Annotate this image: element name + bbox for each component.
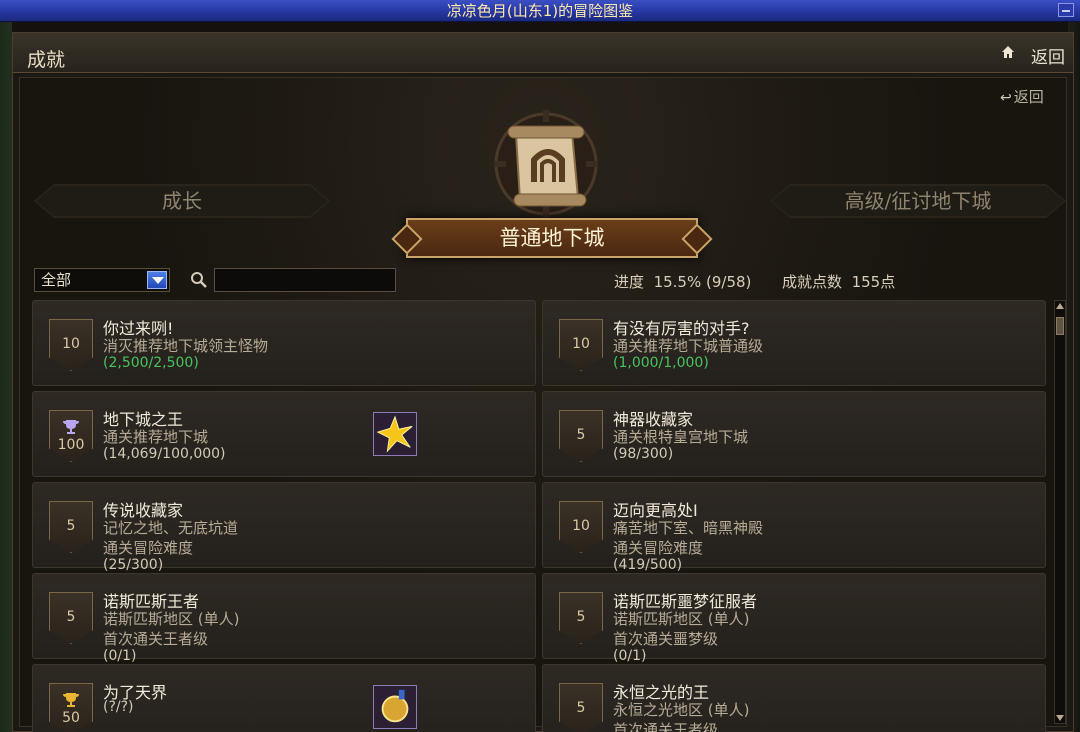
- scroll-up-icon[interactable]: [1056, 303, 1064, 309]
- points-value: 10: [572, 336, 590, 352]
- achievement-content: ↩ 返回 成长 高级/征讨地下城 普通地下城 全部 进度 15.5% (9/58…: [19, 77, 1067, 732]
- achievement-progress: (0/1): [613, 648, 647, 664]
- points-value: 10: [572, 518, 590, 534]
- points-badge: 5: [49, 501, 93, 553]
- achievement-card[interactable]: 10 你过来咧! 消灭推荐地下城领主怪物 (2,500/2,500): [32, 300, 536, 386]
- scroll-emblem-icon: [494, 110, 598, 218]
- search-icon[interactable]: [190, 271, 208, 289]
- back-button[interactable]: 返回: [1031, 43, 1065, 68]
- achievement-description: 通关推荐地下城: [103, 428, 209, 446]
- achievement-description: 诺斯匹斯地区 (单人): [613, 610, 750, 628]
- scroll-thumb[interactable]: [1056, 317, 1064, 335]
- tab-growth[interactable]: 成长: [34, 184, 330, 218]
- panel-title: 成就: [27, 49, 66, 71]
- achievement-description: 通关冒险难度: [613, 539, 704, 557]
- progress-status: 进度 15.5% (9/58): [614, 271, 751, 292]
- panel-header: 成就 返回: [13, 33, 1073, 73]
- achievement-card[interactable]: 100 地下城之王 通关推荐地下城 (14,069/100,000): [32, 391, 536, 477]
- achievement-card[interactable]: 5 诺斯匹斯噩梦征服者 诺斯匹斯地区 (单人) 首次通关噩梦级 (0/1): [542, 573, 1046, 664]
- golden-medal-icon[interactable]: [373, 685, 417, 729]
- chevron-down-icon[interactable]: [147, 271, 167, 289]
- scrollbar[interactable]: [1054, 300, 1066, 724]
- golden-star-burst-icon[interactable]: [373, 412, 417, 456]
- points-value: 5: [66, 609, 76, 625]
- progress-fraction: (9/58): [706, 273, 752, 291]
- achievement-card[interactable]: 10 迈向更高处I 痛苦地下室、暗黑神殿 通关冒险难度 (419/500): [542, 482, 1046, 573]
- achievement-progress: (25/300): [103, 557, 164, 573]
- achievement-card[interactable]: 5永恒之光的王永恒之光地区 (单人)首次通关王者级(0/1): [542, 664, 1046, 732]
- points-badge: 50: [49, 683, 93, 732]
- achievement-description: 通关根特皇宫地下城: [613, 428, 749, 446]
- points-badge: 10: [559, 319, 603, 371]
- progress-label: 进度: [614, 273, 645, 291]
- achievement-description: 首次通关王者级: [103, 630, 209, 648]
- points-label: 成就点数: [782, 273, 843, 291]
- home-icon[interactable]: [1001, 45, 1015, 59]
- points-value: 5: [66, 518, 76, 534]
- achievement-list: 10 你过来咧! 消灭推荐地下城领主怪物 (2,500/2,500) 10 有没有厉害的对…: [32, 300, 1052, 732]
- achievement-description: 痛苦地下室、暗黑神殿: [613, 519, 764, 537]
- achievement-description: 永恒之光地区 (单人): [613, 701, 750, 719]
- points-badge: 10: [559, 501, 603, 553]
- points-value: 10: [62, 336, 80, 352]
- achievement-card[interactable]: 10 有没有厉害的对手? 通关推荐地下城普通级 (1,000/1,000): [542, 300, 1046, 386]
- points-badge: 5: [559, 592, 603, 644]
- category-dropdown-value: 全部: [41, 271, 72, 289]
- points-badge: 5: [49, 592, 93, 644]
- tab-normal-dungeon[interactable]: 普通地下城: [406, 218, 698, 258]
- trophy-icon: [63, 420, 79, 434]
- window-title-bar: 凉凉色月(山东1)的冒险图鉴: [0, 0, 1080, 22]
- tab-advanced-dungeon[interactable]: 高级/征讨地下城: [770, 184, 1066, 218]
- background-game-edge: [0, 22, 12, 732]
- achievement-description: 诺斯匹斯地区 (单人): [103, 610, 240, 628]
- category-dropdown[interactable]: 全部: [34, 268, 170, 292]
- points-badge: 5: [559, 410, 603, 462]
- points-value: 5: [576, 427, 586, 443]
- minimize-button[interactable]: [1058, 3, 1074, 17]
- points-value: 155点: [851, 273, 896, 291]
- search-input[interactable]: [214, 268, 396, 292]
- points-value: 50: [62, 710, 80, 726]
- achievement-card[interactable]: 5 诺斯匹斯王者 诺斯匹斯地区 (单人) 首次通关王者级 (0/1): [32, 573, 536, 664]
- back-link-label: 返回: [1013, 88, 1044, 106]
- back-link[interactable]: ↩ 返回: [1000, 86, 1044, 107]
- window-title: 凉凉色月(山东1)的冒险图鉴: [446, 2, 634, 20]
- achievement-progress: (2,500/2,500): [103, 355, 199, 371]
- return-arrow-icon: ↩: [1000, 90, 1012, 106]
- achievement-progress: (?/?): [103, 699, 134, 715]
- achievement-description: 通关冒险难度: [103, 539, 194, 557]
- achievement-description: 记忆之地、无底坑道: [103, 519, 239, 537]
- achievement-description: 消灭推荐地下城领主怪物: [103, 337, 269, 355]
- achievement-points: 成就点数 155点: [782, 271, 895, 292]
- achievement-card[interactable]: 50 为了天界 (?/?): [32, 664, 536, 732]
- points-badge: 5: [559, 683, 603, 732]
- achievement-progress: (0/1): [103, 648, 137, 664]
- points-value: 5: [576, 609, 586, 625]
- achievement-progress: (419/500): [613, 557, 683, 573]
- scroll-down-icon[interactable]: [1056, 715, 1064, 721]
- achievement-progress: (14,069/100,000): [103, 446, 226, 462]
- achievement-panel: 成就 返回 ↩ 返回 成长 高级/征讨地下城 普通地下城 全部 进度 15.5%…: [12, 32, 1074, 732]
- achievement-progress: (98/300): [613, 446, 674, 462]
- achievement-description: 首次通关王者级: [613, 721, 719, 732]
- achievement-progress: (1,000/1,000): [613, 355, 709, 371]
- achievement-description: 通关推荐地下城普通级: [613, 337, 764, 355]
- trophy-icon: [63, 693, 79, 707]
- achievement-description: 首次通关噩梦级: [613, 630, 719, 648]
- achievement-card[interactable]: 5 神器收藏家 通关根特皇宫地下城 (98/300): [542, 391, 1046, 477]
- achievement-card[interactable]: 5 传说收藏家 记忆之地、无底坑道 通关冒险难度 (25/300): [32, 482, 536, 573]
- points-value: 5: [576, 700, 586, 716]
- points-value: 100: [57, 437, 85, 453]
- progress-percent: 15.5%: [653, 273, 702, 291]
- points-badge: 100: [49, 410, 93, 462]
- points-badge: 10: [49, 319, 93, 371]
